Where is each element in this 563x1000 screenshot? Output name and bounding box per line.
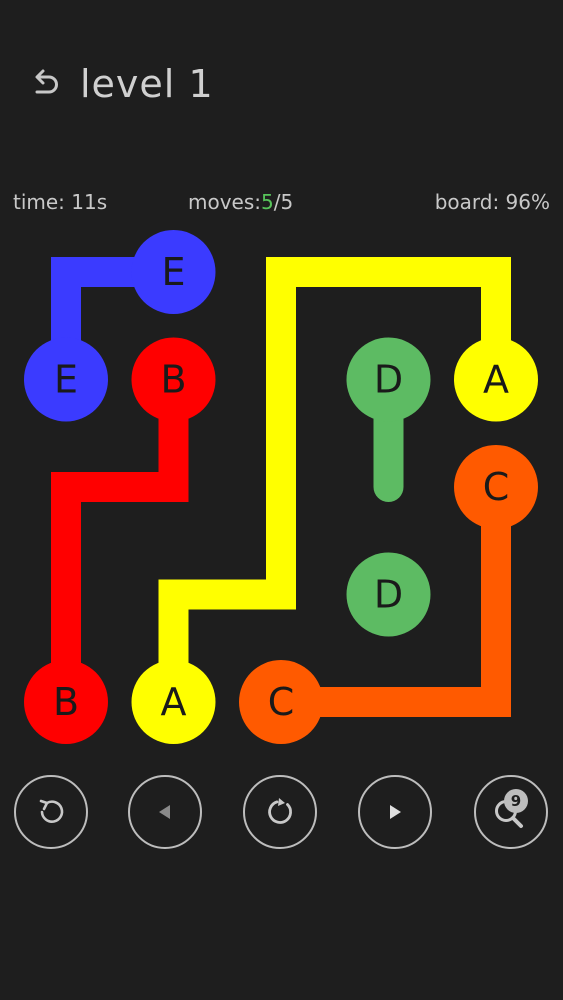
time-label: time:	[13, 190, 65, 214]
endpoint-label: E	[54, 358, 78, 402]
previous-level-button[interactable]	[128, 775, 202, 849]
endpoint-label: A	[161, 680, 187, 724]
controls-bar: 9	[0, 775, 563, 855]
endpoint-label: A	[483, 358, 509, 402]
board-value: 96%	[505, 190, 550, 214]
restart-button[interactable]	[243, 775, 317, 849]
flow-path-B	[51, 364, 189, 717]
endpoint-B[interactable]: B	[131, 337, 216, 422]
moves-label: moves:	[188, 190, 262, 214]
back-arrow-icon[interactable]	[28, 67, 62, 101]
play-right-icon	[390, 805, 401, 819]
moves-stat: moves:5/5	[188, 190, 293, 214]
endpoint-C[interactable]: C	[454, 445, 538, 529]
endpoint-A[interactable]: A	[454, 337, 538, 422]
level-title: level 1	[80, 62, 214, 106]
endpoint-label: D	[374, 573, 403, 617]
hint-count-badge: 9	[504, 789, 528, 813]
stats-bar: time: 11s moves:5/5 board: 96%	[0, 190, 563, 220]
board-label: board:	[434, 190, 500, 214]
header: level 1	[28, 56, 214, 112]
endpoint-D[interactable]: D	[346, 552, 431, 637]
endpoint-E[interactable]: E	[131, 230, 216, 314]
endpoint-label: D	[374, 358, 403, 402]
endpoint-label: B	[53, 680, 79, 724]
endpoint-B[interactable]: B	[24, 660, 108, 744]
time-value: 11s	[71, 190, 108, 214]
board-stat: board: 96%	[435, 190, 550, 214]
endpoint-label: C	[268, 680, 295, 724]
endpoint-label: C	[483, 465, 510, 509]
restart-icon	[268, 798, 292, 824]
endpoint-A[interactable]: A	[131, 660, 216, 744]
endpoint-C[interactable]: C	[239, 660, 323, 744]
game-board[interactable]: E E B D A C D B A C	[0, 220, 563, 760]
endpoint-D[interactable]: D	[346, 337, 431, 422]
endpoint-label: B	[160, 358, 186, 402]
undo-button[interactable]	[14, 775, 88, 849]
play-left-icon	[159, 805, 170, 819]
hint-button[interactable]: 9	[474, 775, 548, 849]
undo-icon	[39, 799, 64, 823]
endpoint-E[interactable]: E	[24, 337, 108, 422]
endpoint-label: E	[161, 250, 185, 294]
flow-path-A	[158, 257, 511, 717]
moves-current: 5	[261, 190, 274, 214]
moves-separator: /	[273, 190, 281, 214]
moves-total: 5	[280, 190, 294, 214]
time-stat: time: 11s	[13, 190, 107, 214]
next-level-button[interactable]	[358, 775, 432, 849]
